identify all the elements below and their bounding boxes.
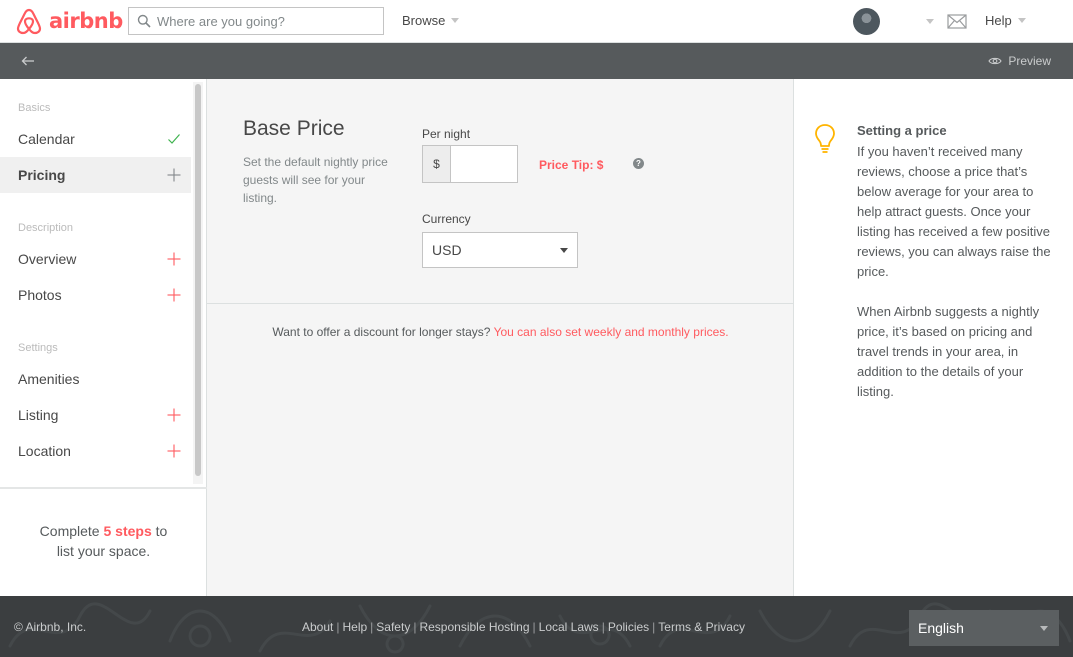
sidebar-item-label: Listing bbox=[18, 407, 59, 423]
steps-line-2: list your space. bbox=[56, 543, 151, 559]
tip-paragraph: If you haven’t received many reviews, ch… bbox=[857, 144, 1051, 279]
sidebar-item-label: Amenities bbox=[18, 371, 80, 387]
steps-line-1: Complete 5 steps to bbox=[0, 521, 207, 541]
nightly-price-field[interactable]: $ bbox=[422, 145, 518, 183]
help-panel: Setting a price If you haven’t received … bbox=[794, 79, 1073, 596]
sidebar-item-amenities[interactable]: Amenities bbox=[0, 361, 191, 397]
currency-selected-value: USD bbox=[432, 242, 462, 258]
separator: | bbox=[652, 620, 656, 634]
price-tip: Price Tip: $ bbox=[539, 158, 604, 172]
language-select[interactable]: English bbox=[909, 610, 1059, 646]
tip-paragraph: When Airbnb suggests a nightly price, it… bbox=[857, 304, 1040, 399]
chevron-down-icon bbox=[451, 18, 460, 23]
sidebar-item-label: Calendar bbox=[18, 131, 75, 147]
checkmark-icon bbox=[168, 134, 180, 144]
separator: | bbox=[601, 620, 605, 634]
discount-text: Want to offer a discount for longer stay… bbox=[272, 325, 494, 339]
top-header: airbnb Browse Help bbox=[0, 0, 1073, 43]
page-description: Set the default nightly price guests wil… bbox=[243, 155, 388, 205]
separator: | bbox=[370, 620, 374, 634]
help-label: Help bbox=[985, 13, 1012, 28]
plus-icon bbox=[167, 252, 181, 266]
divider bbox=[0, 487, 207, 489]
plus-icon bbox=[167, 288, 181, 302]
help-tooltip-icon[interactable]: ? bbox=[633, 158, 644, 169]
airbnb-logo[interactable]: airbnb bbox=[16, 6, 123, 36]
currency-label: Currency bbox=[422, 212, 471, 226]
listing-sidebar: Basics Calendar Pricing Description Over… bbox=[0, 79, 207, 596]
sidebar-scrollbar-thumb[interactable] bbox=[195, 84, 201, 476]
chevron-down-icon bbox=[1017, 18, 1026, 23]
help-menu[interactable]: Help bbox=[985, 13, 1026, 28]
footer: © Airbnb, Inc. About | Help | Safety | Respons… bbox=[0, 596, 1073, 657]
sidebar-item-label: Pricing bbox=[18, 167, 66, 183]
sidebar-nav: Basics Calendar Pricing Description Over… bbox=[0, 79, 191, 487]
currency-select[interactable]: USD bbox=[422, 232, 578, 268]
chevron-down-icon[interactable] bbox=[926, 19, 934, 24]
discount-note: Want to offer a discount for longer stay… bbox=[207, 325, 794, 339]
tip-body: If you haven’t received many reviews, ch… bbox=[857, 142, 1053, 402]
sidebar-item-calendar[interactable]: Calendar bbox=[0, 121, 191, 157]
brand-name: airbnb bbox=[49, 9, 123, 33]
plus-icon bbox=[167, 408, 181, 422]
search-bar[interactable] bbox=[128, 7, 384, 35]
footer-link-responsible-hosting[interactable]: Responsible Hosting bbox=[419, 620, 529, 634]
preview-button[interactable]: Preview bbox=[988, 54, 1051, 68]
sidebar-item-label: Location bbox=[18, 443, 71, 459]
divider bbox=[207, 303, 794, 304]
avatar[interactable] bbox=[853, 8, 880, 35]
preview-label: Preview bbox=[1008, 54, 1051, 68]
sidebar-item-location[interactable]: Location bbox=[0, 433, 191, 469]
belo-logo-icon bbox=[16, 8, 42, 35]
per-night-label: Per night bbox=[422, 127, 471, 141]
mail-icon[interactable] bbox=[947, 14, 967, 29]
steps-remaining: Complete 5 steps to list your space. bbox=[0, 521, 207, 561]
footer-link-terms-privacy[interactable]: Terms & Privacy bbox=[658, 620, 745, 634]
chevron-down-icon bbox=[1040, 626, 1048, 631]
tip-title: Setting a price bbox=[857, 123, 947, 138]
steps-count: 5 steps bbox=[103, 523, 152, 539]
search-input[interactable] bbox=[157, 9, 377, 33]
sidebar-item-label: Photos bbox=[18, 287, 62, 303]
sidebar-section-description: Description bbox=[18, 222, 74, 234]
footer-links: About | Help | Safety | Responsible Hosting | Lo… bbox=[302, 620, 745, 634]
footer-link-policies[interactable]: Policies bbox=[608, 620, 649, 634]
copyright: © Airbnb, Inc. bbox=[14, 620, 87, 634]
browse-menu[interactable]: Browse bbox=[402, 13, 460, 28]
back-arrow-icon[interactable] bbox=[20, 53, 36, 69]
pricing-panel: Base Price Set the default nightly price… bbox=[207, 79, 794, 596]
sidebar-item-listing[interactable]: Listing bbox=[0, 397, 191, 433]
plus-icon bbox=[167, 168, 181, 182]
currency-symbol: $ bbox=[423, 146, 451, 182]
sidebar-item-overview[interactable]: Overview bbox=[0, 241, 191, 277]
steps-prefix: Complete bbox=[39, 523, 104, 539]
nightly-price-input[interactable] bbox=[451, 146, 517, 182]
chevron-down-icon bbox=[560, 248, 568, 253]
editor-toolbar: Preview bbox=[0, 43, 1073, 79]
page-title: Base Price bbox=[243, 117, 345, 140]
language-selected-value: English bbox=[918, 620, 964, 636]
sidebar-item-label: Overview bbox=[18, 251, 77, 267]
plus-icon bbox=[167, 444, 181, 458]
search-icon bbox=[137, 13, 153, 29]
lightbulb-icon bbox=[815, 124, 835, 153]
browse-label: Browse bbox=[402, 13, 446, 28]
footer-link-help[interactable]: Help bbox=[342, 620, 367, 634]
footer-link-safety[interactable]: Safety bbox=[376, 620, 410, 634]
footer-link-local-laws[interactable]: Local Laws bbox=[539, 620, 599, 634]
eye-icon bbox=[988, 57, 1002, 65]
sidebar-section-settings: Settings bbox=[18, 342, 58, 354]
weekly-monthly-prices-link[interactable]: You can also set weekly and monthly pric… bbox=[494, 325, 729, 339]
sidebar-item-photos[interactable]: Photos bbox=[0, 277, 191, 313]
sidebar-item-pricing[interactable]: Pricing bbox=[0, 157, 191, 193]
footer-link-about[interactable]: About bbox=[302, 620, 333, 634]
separator: | bbox=[532, 620, 536, 634]
steps-suffix: to bbox=[151, 523, 168, 539]
sidebar-section-basics: Basics bbox=[18, 102, 51, 114]
